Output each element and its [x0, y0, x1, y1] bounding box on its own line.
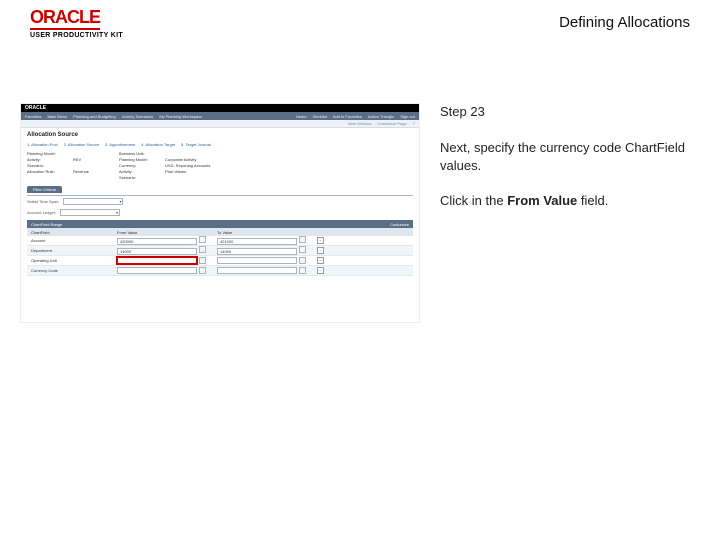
col-to-value: To Value	[217, 230, 317, 235]
ss-brand-bar: ORACLE	[21, 104, 419, 112]
ss-menu-item[interactable]: Action Triangle	[368, 114, 394, 119]
ledger-select[interactable]	[60, 209, 120, 216]
cf-name: Currency Code	[27, 268, 117, 273]
lookup-icon[interactable]	[199, 267, 206, 274]
ss-menu-item[interactable]: Worklist	[313, 114, 327, 119]
document-title: Defining Allocations	[559, 8, 690, 31]
ss-value: REV	[73, 157, 81, 162]
time-span-row: Select Time Span:	[27, 198, 413, 205]
lookup-icon[interactable]	[299, 246, 306, 253]
ss-menu-item[interactable]: Sign out	[400, 114, 415, 119]
ss-label: Scenario:	[119, 175, 159, 180]
ss-value: USD, Reporting Accounts	[165, 163, 210, 168]
delete-row-button[interactable]: −	[317, 257, 324, 264]
logo-underline	[30, 28, 100, 30]
time-span-label: Select Time Span:	[27, 199, 59, 204]
ss-step-link[interactable]: 1. Allocation Pool	[27, 142, 58, 147]
ss-value: Plan Values	[165, 169, 186, 174]
help-icon[interactable]: ?	[413, 121, 415, 126]
ss-sub-bar: New Window Customize Page ?	[21, 120, 419, 128]
cf-name: Operating Unit	[27, 258, 117, 263]
ss-page-heading: Allocation Source	[27, 132, 413, 138]
ss-subbar-link[interactable]: Customize Page	[377, 121, 406, 126]
ss-menu-item[interactable]: Home	[296, 114, 307, 119]
ss-value: Revenue	[73, 169, 89, 174]
ss-value: Corporate Activity	[165, 157, 196, 162]
lookup-icon[interactable]	[199, 257, 206, 264]
lookup-icon[interactable]	[299, 236, 306, 243]
delete-row-button[interactable]: −	[317, 237, 324, 244]
grid-title: ChartField Range	[31, 222, 62, 227]
delete-row-button[interactable]: −	[317, 247, 324, 254]
ss-subbar-link[interactable]: New Window	[348, 121, 371, 126]
ss-menu-item[interactable]: Favorites	[25, 114, 41, 119]
to-value-input[interactable]	[217, 257, 297, 264]
delete-row-button[interactable]: −	[317, 267, 324, 274]
grid-customize-link[interactable]: Customize	[390, 222, 409, 227]
ss-label: Allocation Rule:	[27, 169, 67, 174]
ss-step-link[interactable]: 2. Allocation Source	[64, 142, 99, 147]
ss-page-body: Allocation Source 1. Allocation Pool 2. …	[21, 128, 419, 280]
filter-criteria-tab[interactable]: Filter Criteria	[27, 186, 62, 193]
ss-step-nav: 1. Allocation Pool 2. Allocation Source …	[27, 142, 413, 147]
table-row: Currency Code −	[27, 266, 413, 276]
ss-label: Activity:	[119, 169, 159, 174]
ss-label: Currency:	[119, 163, 159, 168]
upk-subtitle: USER PRODUCTIVITY KIT	[30, 32, 123, 39]
from-value-input[interactable]: 14000	[117, 248, 197, 255]
table-row: Department 14000 14000 −	[27, 246, 413, 256]
ss-menu-bar: Favorites Main Menu Planning and Budgeti…	[21, 112, 419, 120]
cf-name: Account	[27, 238, 117, 243]
main-content: ORACLE Favorites Main Menu Planning and …	[0, 43, 720, 323]
step-number: Step 23	[440, 103, 690, 121]
logo-block: ORACLE USER PRODUCTIVITY KIT	[30, 8, 123, 39]
page-header: ORACLE USER PRODUCTIVITY KIT Defining Al…	[0, 0, 720, 43]
table-row: Operating Unit −	[27, 256, 413, 266]
ss-context-fields: Planning Model: Activity: REV Scenario: A…	[27, 151, 413, 180]
ledger-row: Account Ledger:	[27, 209, 413, 216]
instruction-body: Next, specify the currency code ChartFie…	[440, 139, 690, 175]
ss-step-link[interactable]: 5. Target Journal	[181, 142, 211, 147]
cf-name: Department	[27, 248, 117, 253]
col-from-value: From Value	[117, 230, 217, 235]
ss-menu-item[interactable]: Activity Scenarios	[122, 114, 154, 119]
action-post: field.	[577, 193, 608, 208]
ss-label: Scenario:	[27, 163, 67, 168]
from-value-input[interactable]: 420000	[117, 238, 197, 245]
action-pre: Click in the	[440, 193, 507, 208]
to-value-input[interactable]	[217, 267, 297, 274]
grid-header-bar: ChartField Range Customize	[27, 220, 413, 228]
lookup-icon[interactable]	[299, 257, 306, 264]
action-field-name: From Value	[507, 193, 577, 208]
ss-label: Activity:	[27, 157, 67, 162]
ss-step-link[interactable]: 4. Allocation Target	[141, 142, 175, 147]
from-value-input[interactable]	[117, 257, 197, 264]
ss-menu-item[interactable]: Add to Favorites	[333, 114, 362, 119]
instruction-action: Click in the From Value field.	[440, 192, 690, 210]
ss-menu-item[interactable]: My Planning Workspace	[159, 114, 202, 119]
lookup-icon[interactable]	[299, 267, 306, 274]
table-row: Account 420000 421000 −	[27, 236, 413, 246]
ss-label: Business Unit:	[119, 151, 159, 156]
ss-step-link[interactable]: 3. Apportionment	[105, 142, 135, 147]
ss-brand-text: ORACLE	[25, 105, 46, 111]
ss-menu-item[interactable]: Main Menu	[47, 114, 67, 119]
embedded-screenshot: ORACLE Favorites Main Menu Planning and …	[20, 103, 420, 323]
ss-menu-item[interactable]: Planning and Budgeting	[73, 114, 115, 119]
instruction-panel: Step 23 Next, specify the currency code …	[440, 103, 690, 323]
from-value-input[interactable]	[117, 267, 197, 274]
time-span-select[interactable]	[63, 198, 123, 205]
to-value-input[interactable]: 421000	[217, 238, 297, 245]
oracle-logo: ORACLE	[30, 8, 123, 26]
col-chartfield: ChartField	[27, 230, 117, 235]
grid-column-row: ChartField From Value To Value	[27, 228, 413, 236]
ss-label: Planning Model:	[119, 157, 159, 162]
ledger-label: Account Ledger:	[27, 210, 56, 215]
to-value-input[interactable]: 14000	[217, 248, 297, 255]
ss-label: Planning Model:	[27, 151, 67, 156]
lookup-icon[interactable]	[199, 246, 206, 253]
lookup-icon[interactable]	[199, 236, 206, 243]
